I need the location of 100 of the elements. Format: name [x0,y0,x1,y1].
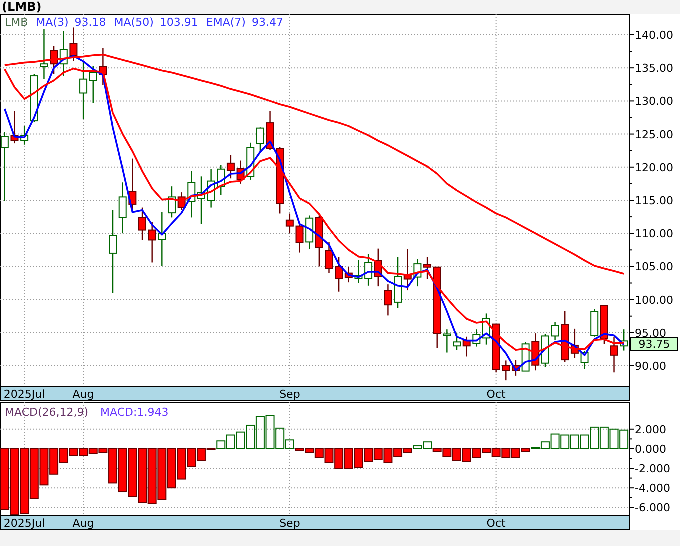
histogram-bar [354,448,364,468]
candlestick [197,176,206,224]
date-label: Aug [72,388,94,401]
axis-label: 95.00 [635,326,666,340]
candlestick [394,257,402,308]
candlestick [404,249,412,291]
axis-label: -2.000 [635,462,670,476]
candlestick [364,254,373,286]
candlestick [512,360,520,376]
histogram-bar [128,448,138,498]
histogram-bar [570,434,580,450]
histogram-bar [158,448,167,500]
candlestick [138,208,146,240]
histogram-bar [0,448,10,510]
candlestick [532,334,540,371]
date-label: Oct [486,388,506,401]
date-label: Oct [486,517,506,530]
candlestick [20,126,29,145]
candlestick [296,222,304,253]
date-label: Aug [72,517,94,530]
histogram-bar [40,448,49,486]
candlestick [30,74,38,122]
legend-label: MA(50) [114,16,154,29]
axis-label: -6.000 [635,502,670,515]
histogram-bar [452,448,462,462]
date-label: 2025Jul [4,388,46,401]
histogram-bar [364,448,374,462]
candlestick [128,158,137,212]
candlestick [99,48,108,86]
candlestick [541,334,550,368]
axis-label: 105.00 [635,260,674,274]
candlestick [40,29,48,80]
histogram-bar [118,448,128,492]
candlestick [168,186,176,218]
histogram-bar [462,448,472,462]
legend-value: 93.18 [74,16,106,29]
legend-label: MA(3) [36,16,69,29]
candlestick [10,111,19,144]
axis-label: 120.00 [635,161,674,174]
histogram-bar [168,448,176,489]
candlestick [188,171,196,218]
histogram-bar [138,448,147,504]
axis-label: 0.000 [635,442,666,456]
legend-label: MACD(26,12,9) [5,406,89,419]
candlestick [492,324,500,373]
legend-value: 103.91 [160,16,198,29]
histogram-bar [256,416,265,450]
legend-value: 93.47 [252,16,284,29]
histogram-bar [148,448,157,504]
axis-label: -4.000 [635,482,670,496]
histogram-bar [236,432,246,450]
chart-title: (LMB) [2,0,42,14]
candlestick [414,259,422,287]
candlestick [266,111,274,150]
candlestick [70,28,78,62]
histogram-bar [374,448,383,460]
histogram-bar [10,448,20,515]
last-price-badge: 93.75 [630,337,678,352]
histogram-bar [20,448,30,514]
histogram-bar [79,448,88,456]
date-label: Sep [280,517,300,530]
candlestick [462,336,471,357]
date-label: Sep [280,388,300,401]
candlestick [148,222,156,263]
candlestick [551,322,560,340]
axis-label: 110.00 [635,228,674,241]
candlestick [384,284,392,316]
candlestick [502,360,510,381]
candlestick [453,334,461,350]
histogram-bar [502,448,511,458]
candlestick [207,169,216,208]
candlestick [580,351,589,370]
candlestick [590,309,599,337]
candlestick [178,192,186,210]
histogram-bar [620,430,629,450]
candlestick [472,330,481,347]
histogram-bar [560,434,570,450]
axis-label: 2.000 [635,423,666,436]
axis-label: 140.00 [635,28,674,42]
candlestick [443,330,452,353]
candlestick [236,160,245,184]
histogram-bar [610,428,619,450]
legend-label: EMA(7) [206,16,246,29]
axis-label: 130.00 [635,95,674,108]
legend-symbol: LMB [5,16,28,29]
candlestick [217,165,226,196]
histogram-bar [344,448,354,470]
candlestick [158,212,166,266]
candlestick [600,305,608,344]
histogram-bar [600,426,609,450]
axis-label: 115.00 [635,194,674,208]
candlestick [325,242,334,274]
axis-label: 90.00 [635,360,666,373]
candlestick [354,260,363,284]
candlestick [610,336,618,373]
date-label: 2025Jul [4,517,46,530]
histogram-bar [246,424,256,450]
axis-label: 135.00 [635,62,674,76]
candlestick [226,155,235,179]
histogram-bar [30,448,39,500]
